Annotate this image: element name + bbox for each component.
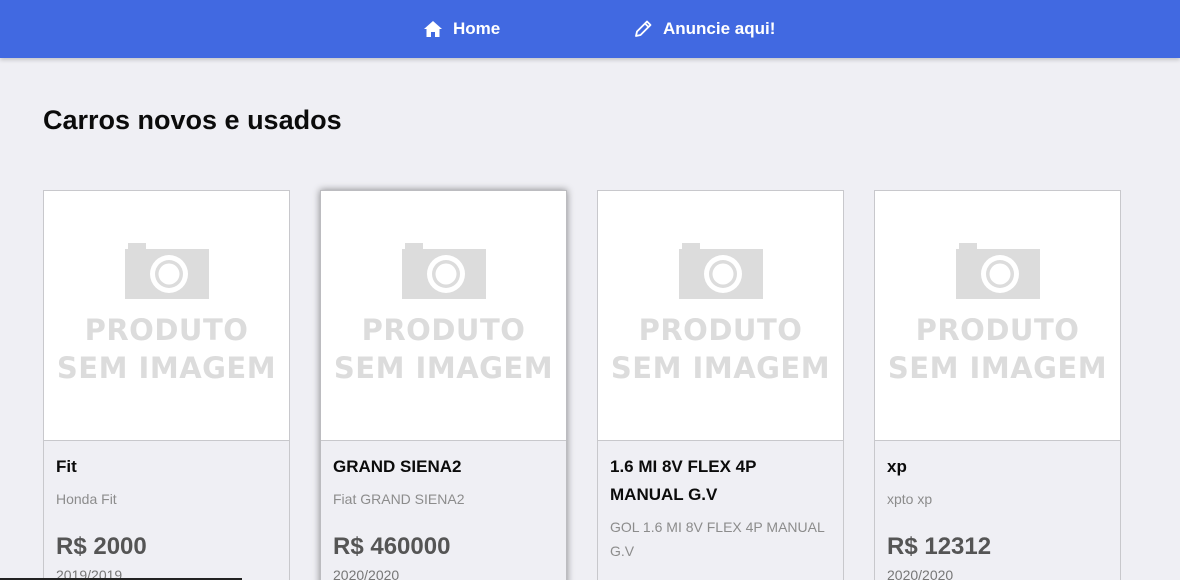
placeholder-text: PRODUTO SEM IMAGEM [611, 311, 830, 387]
camera-icon [955, 243, 1040, 299]
nav-announce-label: Anuncie aqui! [663, 19, 776, 38]
car-year: 2020/2020 [333, 567, 400, 580]
top-navbar: Home Anuncie aqui! [0, 0, 1180, 58]
nav-announce-link[interactable]: Anuncie aqui! [633, 0, 775, 58]
car-card[interactable]: PRODUTO SEM IMAGEM GRAND SIENA2 Fiat GRAND … [320, 190, 567, 580]
card-body: 1.6 MI 8V FLEX 4P MANUAL G.V GOL 1.6 MI 8… [598, 441, 843, 563]
camera-icon [678, 243, 763, 299]
car-year: 2020/2020 [887, 567, 954, 580]
placeholder-line-1: PRODUTO [361, 313, 526, 347]
placeholder-text: PRODUTO SEM IMAGEM [57, 311, 276, 387]
car-price: R$ 12312 [887, 533, 992, 560]
placeholder-text: PRODUTO SEM IMAGEM [334, 311, 553, 387]
car-subtitle: xpto xp [887, 491, 933, 507]
placeholder-line-2: SEM IMAGEM [56, 351, 277, 385]
home-icon [423, 20, 443, 38]
car-price: R$ 2000 [56, 533, 147, 560]
card-image-placeholder: PRODUTO SEM IMAGEM [44, 191, 289, 441]
camera-icon [401, 243, 486, 299]
card-body: Fit Honda Fit [44, 441, 289, 511]
car-subtitle: GOL 1.6 MI 8V FLEX 4P MANUAL G.V [610, 519, 825, 559]
card-body: xp xpto xp [875, 441, 1120, 511]
placeholder-line-1: PRODUTO [915, 313, 1080, 347]
card-image-placeholder: PRODUTO SEM IMAGEM [598, 191, 843, 441]
camera-icon [124, 243, 209, 299]
card-image-placeholder: PRODUTO SEM IMAGEM [321, 191, 566, 441]
card-image-placeholder: PRODUTO SEM IMAGEM [875, 191, 1120, 441]
car-card[interactable]: PRODUTO SEM IMAGEM Fit Honda Fit R$ 2000 2019… [43, 190, 290, 580]
placeholder-line-1: PRODUTO [638, 313, 803, 347]
nav-home-link[interactable]: Home [423, 0, 500, 58]
car-title: 1.6 MI 8V FLEX 4P MANUAL G.V [610, 457, 757, 504]
car-card[interactable]: PRODUTO SEM IMAGEM 1.6 MI 8V FLEX 4P MANUA… [597, 190, 844, 580]
placeholder-line-2: SEM IMAGEM [887, 351, 1108, 385]
car-subtitle: Fiat GRAND SIENA2 [333, 491, 465, 507]
placeholder-line-2: SEM IMAGEM [333, 351, 554, 385]
pencil-icon [633, 19, 653, 39]
placeholder-text: PRODUTO SEM IMAGEM [888, 311, 1107, 387]
car-title: xp [887, 457, 907, 476]
car-subtitle: Honda Fit [56, 491, 117, 507]
car-card[interactable]: PRODUTO SEM IMAGEM xp xpto xp R$ 12312 2020/2… [874, 190, 1121, 580]
nav-home-label: Home [453, 19, 501, 38]
placeholder-line-2: SEM IMAGEM [610, 351, 831, 385]
card-body: GRAND SIENA2 Fiat GRAND SIENA2 [321, 441, 566, 511]
car-title: GRAND SIENA2 [333, 457, 462, 476]
page-title: Carros novos e usados [43, 105, 342, 135]
car-title: Fit [56, 457, 77, 476]
car-price: R$ 460000 [333, 533, 451, 560]
placeholder-line-1: PRODUTO [84, 313, 249, 347]
